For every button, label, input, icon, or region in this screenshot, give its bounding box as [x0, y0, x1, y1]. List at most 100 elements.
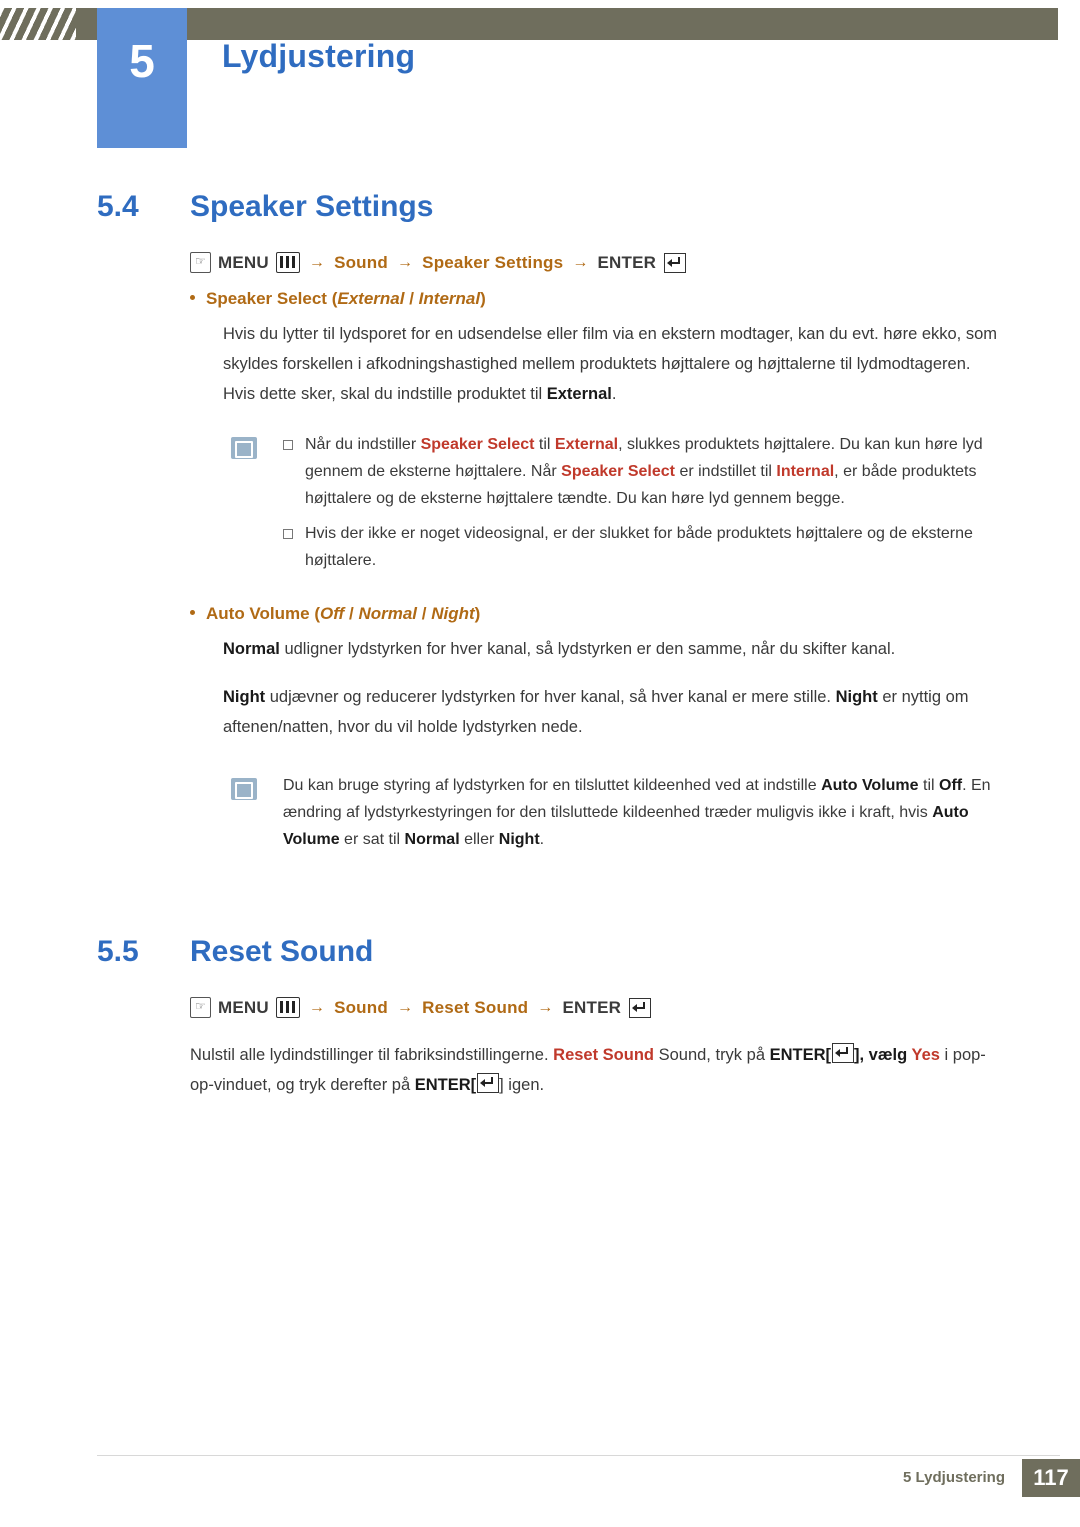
arrow-icon: →	[308, 253, 326, 271]
keyword-normal: Normal	[404, 831, 460, 848]
option-external: External	[337, 289, 405, 308]
note-items: Du kan bruge styring af lydstyrken for e…	[283, 772, 1003, 853]
page-header: 5 Lydjustering	[0, 0, 1080, 152]
note-text: til	[918, 777, 939, 794]
keyword-enter: ENTER	[414, 1076, 471, 1094]
menu-path-item-reset-sound: Reset Sound	[422, 997, 529, 1017]
keyword-off: Off	[939, 777, 963, 794]
paragraph-reset-sound: Nulstil alle lydindstillinger til fabrik…	[190, 1040, 1000, 1100]
hand-icon: ☞	[190, 997, 211, 1018]
keyword-external: External	[546, 385, 612, 403]
enter-label: ENTER	[562, 997, 622, 1017]
note-item: Hvis der ikke er noget videosignal, er d…	[283, 520, 1003, 574]
menu-bars-icon	[275, 997, 300, 1018]
paragraph-text: Nulstil alle lydindstillinger til fabrik…	[190, 1046, 554, 1064]
paragraph-text: udligner lydstyrken for hver kanal, så l…	[279, 640, 896, 658]
option-night: Night	[431, 604, 475, 623]
paragraph-text-end: .	[611, 385, 617, 403]
keyword-night: Night	[835, 688, 878, 706]
note-text: er indstillet til	[675, 463, 777, 480]
section-number: 5.5	[97, 935, 139, 968]
arrow-icon: →	[308, 998, 326, 1016]
note-text: eller	[459, 831, 499, 848]
keyword-speaker-select: Speaker Select	[420, 436, 535, 453]
arrow-icon: →	[396, 998, 414, 1016]
keyword-yes: Yes	[911, 1046, 940, 1064]
paragraph-auto-volume-night: Night udjævner og reducerer lydstyrken f…	[223, 682, 998, 742]
section-title: Reset Sound	[190, 935, 374, 968]
footer-divider	[97, 1455, 1060, 1456]
chapter-number: 5	[129, 35, 155, 87]
note-block-speaker-select: Når du indstiller Speaker Select til Ext…	[223, 431, 1003, 574]
option-internal: Internal	[418, 289, 481, 308]
menu-label: MENU	[218, 252, 269, 272]
bracket-close-text: ], vælg	[854, 1046, 912, 1064]
page-number: 117	[1022, 1459, 1080, 1497]
keyword-external: External	[554, 436, 619, 453]
footer-chapter-label: 5 Lydjustering	[903, 1469, 1005, 1486]
option-separator: /	[421, 604, 427, 623]
option-off: Off	[319, 604, 345, 623]
header-hatch-decoration	[0, 8, 76, 40]
keyword-auto-volume: Auto Volume	[821, 777, 919, 794]
enter-key-icon	[477, 1073, 500, 1093]
note-icon	[231, 778, 257, 800]
square-bullet-icon	[283, 440, 293, 450]
chapter-number-box: 5	[97, 8, 187, 148]
bracket-open: [	[825, 1046, 832, 1064]
note-icon	[231, 437, 257, 459]
bullet-icon	[190, 295, 195, 300]
keyword-reset-sound: Reset Sound	[553, 1046, 655, 1064]
paragraph-text: udjævner og reducerer lydstyrken for hve…	[265, 688, 836, 706]
note-item: Når du indstiller Speaker Select til Ext…	[283, 431, 1003, 512]
section-heading-reset-sound: 5.5 Reset Sound	[97, 935, 1080, 969]
note-block-auto-volume: Du kan bruge styring af lydstyrken for e…	[223, 772, 1003, 853]
enter-key-icon	[629, 997, 652, 1018]
menu-path-item-sound: Sound	[334, 252, 388, 272]
bullet-icon	[190, 610, 195, 615]
note-text: Når du indstiller	[305, 436, 421, 453]
enter-key-icon	[664, 252, 687, 273]
paren-close: )	[480, 289, 486, 308]
page-footer: 5 Lydjustering 117	[0, 1455, 1080, 1499]
paragraph-speaker-select: Hvis du lytter til lydsporet for en udse…	[223, 319, 998, 409]
paren-close: )	[474, 604, 481, 623]
page-content: 5.4 Speaker Settings ☞ MENU → Sound → Sp…	[0, 190, 1080, 1100]
square-bullet-icon	[283, 529, 293, 539]
note-item: Du kan bruge styring af lydstyrken for e…	[283, 772, 1003, 853]
note-text: .	[539, 831, 545, 848]
menu-bars-icon	[275, 252, 300, 273]
arrow-icon: →	[396, 253, 414, 271]
paragraph-text: Sound, tryk på	[654, 1046, 770, 1064]
enter-key-icon	[832, 1043, 855, 1063]
keyword-normal: Normal	[223, 640, 280, 658]
note-text: Du kan bruge styring af lydstyrken for e…	[283, 777, 822, 794]
setting-speaker-select: Speaker Select (External / Internal)	[190, 289, 1080, 309]
arrow-icon: →	[572, 253, 589, 271]
chapter-title: Lydjustering	[222, 38, 416, 74]
paragraph-text-end: ] igen.	[499, 1076, 545, 1094]
note-text: Hvis der ikke er noget videosignal, er d…	[305, 525, 973, 569]
setting-auto-volume: Auto Volume (Off / Normal / Night)	[190, 604, 1080, 624]
bracket-open: [	[470, 1076, 477, 1094]
menu-path-reset-sound: ☞ MENU → Sound → Reset Sound → ENTER	[190, 997, 1080, 1018]
note-items: Når du indstiller Speaker Select til Ext…	[283, 431, 1003, 574]
note-text: er sat til	[339, 831, 405, 848]
hand-icon: ☞	[190, 252, 211, 273]
arrow-icon: →	[537, 998, 554, 1016]
setting-label: Speaker Select	[206, 289, 327, 308]
menu-path-item-speaker-settings: Speaker Settings	[422, 252, 564, 272]
paragraph-auto-volume-normal: Normal udligner lydstyrken for hver kana…	[223, 634, 998, 664]
section-number: 5.4	[97, 190, 139, 223]
setting-label: Auto Volume	[206, 604, 310, 623]
enter-label: ENTER	[597, 252, 657, 272]
option-normal: Normal	[358, 604, 418, 623]
menu-path-item-sound: Sound	[334, 997, 388, 1017]
section-heading-speaker-settings: 5.4 Speaker Settings	[97, 190, 1080, 224]
menu-label: MENU	[218, 997, 269, 1017]
menu-path-speaker-settings: ☞ MENU → Sound → Speaker Settings → ENTE…	[190, 252, 1080, 273]
note-text: til	[534, 436, 555, 453]
keyword-internal: Internal	[776, 463, 835, 480]
keyword-night: Night	[223, 688, 266, 706]
option-separator: /	[409, 289, 414, 308]
